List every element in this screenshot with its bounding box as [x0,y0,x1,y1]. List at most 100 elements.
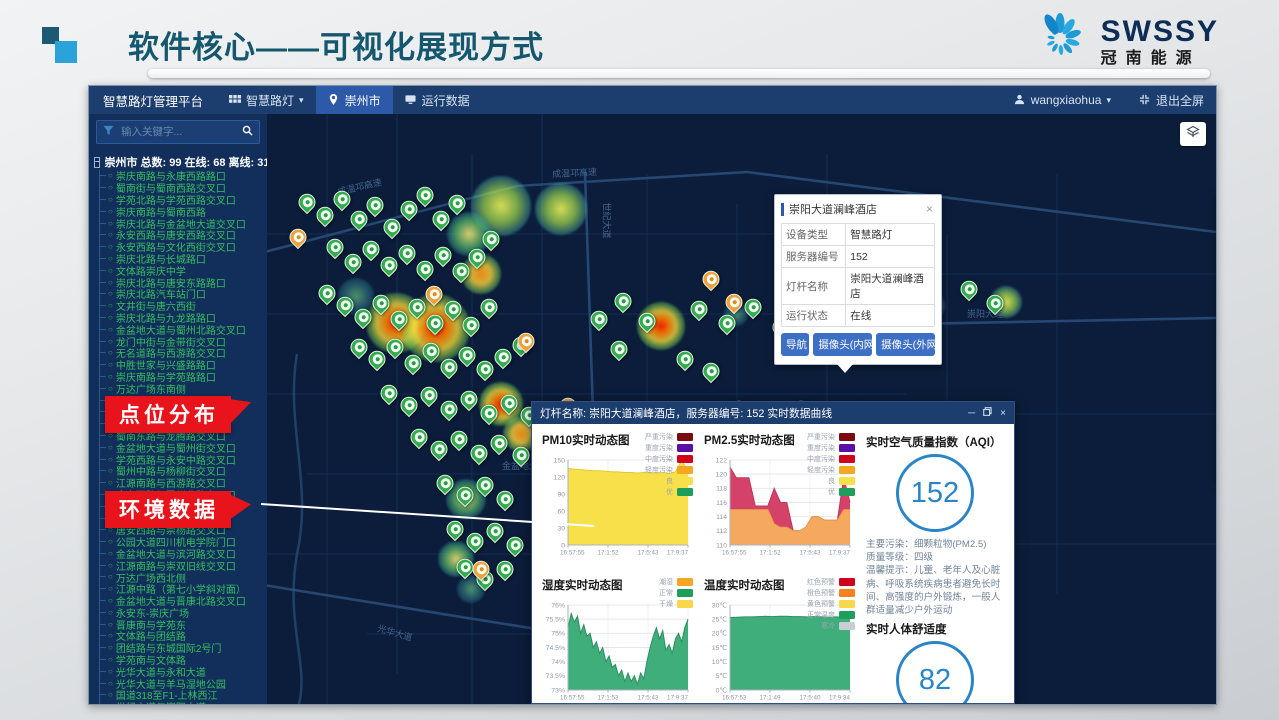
tree-item[interactable]: ○中胜世家与兴盛路路口 [100,359,267,371]
tree-item[interactable]: ○晋康南与学苑东 [100,618,267,630]
nav-item-run-data[interactable]: 运行数据 [393,86,482,114]
svg-text:25℃: 25℃ [712,617,728,624]
aqi-title: 实时空气质量指数（AQI） [866,434,1004,450]
close-icon[interactable]: × [1000,408,1006,419]
layers-icon [1186,125,1200,144]
tree-item[interactable]: ○江源南路与西游路交叉口 [100,477,267,489]
tree-item[interactable]: ○光华大道与永和大道 [100,665,267,677]
tree-item[interactable]: ○金盆地大道与蜀州北路交叉口 [100,323,267,335]
legend-item: 红色预警 [807,576,855,587]
tree-root[interactable]: – 崇州市 总数: 99 在线: 68 离线: 31 [94,154,267,170]
tree-item[interactable]: ○蜀州中路与杨柳街交叉口 [100,465,267,477]
svg-text:5℃: 5℃ [716,673,728,680]
tree-item[interactable]: ○崇庆南路与学苑路路口 [100,371,267,383]
user-menu[interactable]: wangxiaohua ▾ [1002,93,1123,107]
tree-item[interactable]: ○学苑南与文体路 [100,654,267,666]
app-window: 智慧路灯管理平台 智慧路灯 ▾ 崇州市 运行数据 [88,85,1217,705]
popup-accent-bar [781,203,784,216]
tree-item[interactable]: ○金盆地大道与蜀州街交叉口 [100,441,267,453]
search-icon[interactable] [242,123,253,141]
collapse-icon[interactable]: – [94,157,100,168]
svg-text:150: 150 [554,457,566,464]
svg-text:17:1:52: 17:1:52 [597,550,619,557]
tree-item[interactable]: ○龙门中街与金带街交叉口 [100,335,267,347]
username: wangxiaohua [1031,93,1102,107]
svg-text:17:5:40: 17:5:40 [799,695,821,702]
svg-text:114: 114 [716,514,727,521]
tree-item[interactable]: ○蜀南街与蜀南西路交叉口 [100,182,267,194]
comfort-value: 82 [919,664,951,697]
tree-item[interactable]: ○永安西路与唐安西路交叉口 [100,229,267,241]
slide-title: 软件核心——可视化展现方式 [128,22,544,67]
tree-item[interactable]: ○永安西路与文化西街交叉口 [100,241,267,253]
tree-item[interactable]: ○光华大道与羊马湿地公园 [100,677,267,689]
svg-text:0℃: 0℃ [716,687,728,694]
nav-item-smart-lamp[interactable]: 智慧路灯 ▾ [217,86,316,114]
legend-item: 黄色预警 [807,598,855,609]
chevron-down-icon: ▾ [299,95,304,106]
svg-text:116: 116 [716,500,727,507]
exit-fullscreen-label: 退出全屏 [1156,92,1204,109]
svg-text:120: 120 [554,474,566,481]
tree-item[interactable]: ○公园大道四川机电学院门口 [100,536,267,548]
chart-humidity: 湿度实时动态图潮湿正常干燥73%73.5%74%74.5%75%75.5%76%… [534,573,696,703]
tree-item[interactable]: ○崇庆北路与九龙路路口 [100,312,267,324]
legend-item: 重度污染 [807,442,855,453]
tree-item[interactable]: ○学苑西路与永安中路交叉口 [100,453,267,465]
legend-item: 严重污染 [645,431,693,442]
filter-icon[interactable] [103,123,114,141]
svg-text:73%: 73% [551,687,565,694]
road-label: 成温邛高速 [552,165,598,180]
close-icon[interactable]: × [924,202,935,216]
tree-item[interactable]: ○崇庆北路与金盆地大道交叉口 [100,217,267,229]
tree-item[interactable]: ○崇庆北路与唐安东路路口 [100,276,267,288]
nav-item-label: 智慧路灯 [246,92,294,109]
svg-text:30℃: 30℃ [712,602,728,609]
tree-item[interactable]: ○万达广场东南侧 [100,382,267,394]
exit-fullscreen-button[interactable]: 退出全屏 [1127,92,1216,109]
tree-item[interactable]: ○江源中路（第七小学斜对面） [100,583,267,595]
popup-buttons: 导航摄像头(内网摄像头(外网 [775,333,941,364]
tree-item[interactable]: ○崇庆北路汽车站门口 [100,288,267,300]
logo-subtitle: 冠南能源 [1101,51,1219,67]
tree-item[interactable]: ○无名道路与西游路交叉口 [100,347,267,359]
slide: 软件核心——可视化展现方式 SWSSY [0,0,1279,720]
tree-item[interactable]: ○团结路与东城国际2号门 [100,642,267,654]
svg-text:17:1:49: 17:1:49 [759,695,781,702]
tree-item[interactable]: ○国道318至F1-上林西江 [100,689,267,701]
tree-item[interactable]: ○崇庆南路与蜀南西路 [100,205,267,217]
nav-item-city[interactable]: 崇州市 [316,86,393,114]
tree-item[interactable]: ○江源南路与崇双旧线交叉口 [100,559,267,571]
tree-item[interactable]: ○文体路崇庆中学 [100,264,267,276]
fullscreen-exit-icon [1139,94,1151,106]
svg-text:17:9:37: 17:9:37 [829,550,851,557]
search-input[interactable] [119,125,237,139]
tree-item[interactable]: ○学苑北路与学苑西路交叉口 [100,194,267,206]
tree-item[interactable]: ○万达广场西北侧 [100,571,267,583]
tree-item[interactable]: ○世纪大道与崇阳大道 [100,701,267,704]
svg-text:75%: 75% [551,631,565,638]
svg-text:17:9:37: 17:9:37 [667,695,689,702]
popup-button[interactable]: 摄像头(外网 [876,333,935,356]
tree-item[interactable]: ○崇庆北路与长城路口 [100,253,267,265]
minimize-icon[interactable]: ─ [968,408,975,419]
monitor-icon [405,94,417,106]
popup-button[interactable]: 摄像头(内网 [813,333,872,356]
layers-control-button[interactable] [1180,122,1206,146]
legend-item: 优 [645,486,693,497]
tree-item[interactable]: ○文井街与唐六西街 [100,300,267,312]
tree-item[interactable]: ○永安东-崇庆广场 [100,606,267,618]
chart-pm10: PM10实时动态图严重污染重度污染中度污染轻度污染良优0306090120150… [534,428,696,573]
popup-title: 崇阳大道澜峰酒店 [789,201,924,217]
svg-text:15℃: 15℃ [712,645,728,652]
legend-item: 寒冷 [807,620,855,631]
tree-item[interactable]: ○文体路与团结路 [100,630,267,642]
restore-icon[interactable] [983,407,992,419]
tree-item[interactable]: ○金盆地大道与滨河路交叉口 [100,548,267,560]
popup-button[interactable]: 导航 [781,333,809,356]
tree-item[interactable]: ○金盆地大道与晋康北路交叉口 [100,595,267,607]
svg-text:17:5:43: 17:5:43 [637,550,659,557]
tree-item[interactable]: ○崇庆南路与永康西路路口 [100,170,267,182]
legend-item: 良 [645,475,693,486]
legend-item: 橙色预警 [807,587,855,598]
